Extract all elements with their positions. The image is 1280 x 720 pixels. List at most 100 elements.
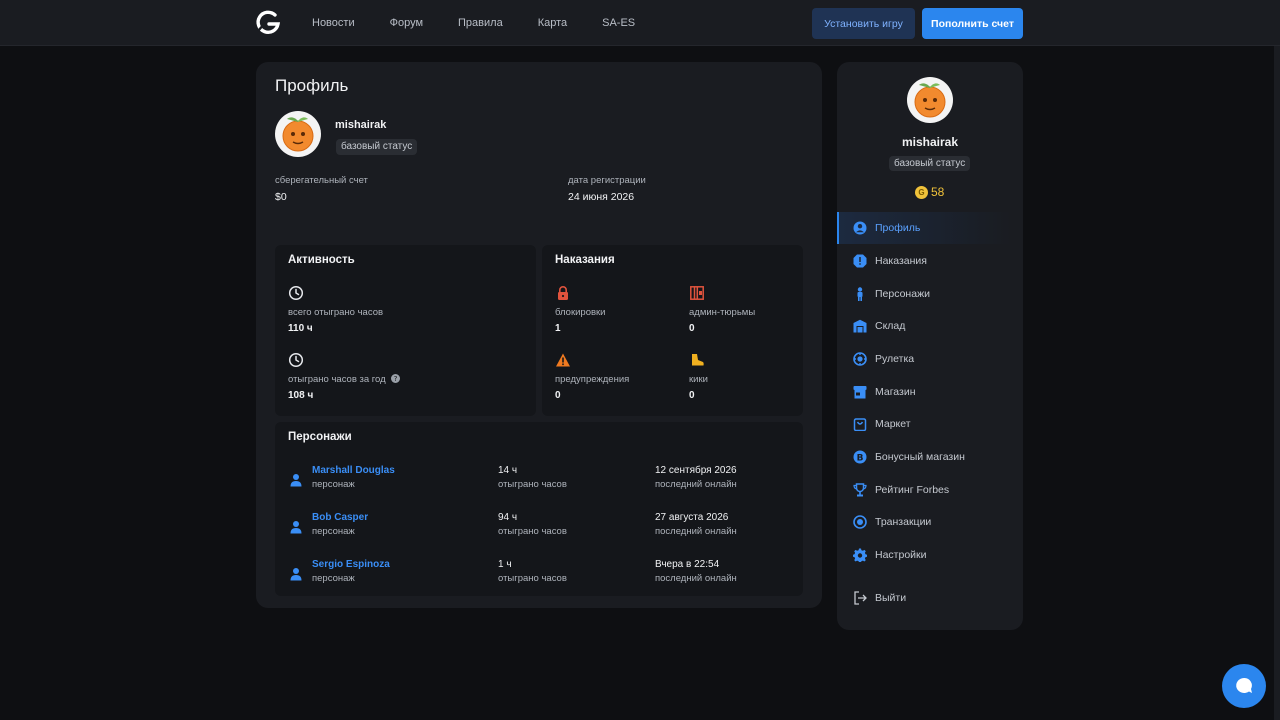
sidebar-item-label: Бонусный магазин [875, 451, 965, 463]
sidebar-item-label: Наказания [875, 255, 927, 267]
sidebar-item-market[interactable]: Маркет [837, 408, 1010, 440]
savings-value: $0 [275, 191, 287, 203]
table-row: Bob Casper персонаж 94 ч отыграно часов … [275, 510, 803, 546]
logout-button[interactable]: Выйти [837, 582, 1010, 614]
lock-icon [558, 286, 568, 300]
character-hours: 14 ч [498, 465, 518, 476]
top-navigation-bar: Новости Форум Правила Карта SA-ES Устано… [0, 0, 1280, 46]
kicks-value: 0 [689, 390, 695, 401]
year-hours-label-text: отыграно часов за год [288, 374, 386, 385]
admin-jails-value: 0 [689, 323, 695, 334]
help-icon[interactable]: ? [391, 374, 401, 383]
registration-label: дата регистрации [568, 175, 646, 186]
character-role: персонаж [312, 573, 355, 584]
year-hours-value: 108 ч [288, 390, 314, 401]
total-hours-value: 110 ч [288, 323, 313, 334]
sidebar-item-roulette[interactable]: Рулетка [837, 343, 1010, 375]
person-icon [857, 287, 863, 301]
activity-title: Активность [288, 254, 355, 266]
character-last-online-label: последний онлайн [655, 479, 737, 490]
character-hours-label: отыграно часов [498, 573, 567, 584]
bans-label: блокировки [555, 307, 606, 318]
activity-panel: Активность всего отыграно часов 110 ч от… [275, 245, 536, 416]
characters-panel: Персонажи Marshall Douglas персонаж 14 ч… [275, 422, 803, 596]
character-name-link[interactable]: Sergio Espinoza [312, 559, 390, 570]
sidebar-item-transactions[interactable]: Транзакции [837, 506, 1010, 538]
person-icon [290, 521, 302, 534]
boot-icon [692, 354, 704, 366]
sidebar-item-warehouse[interactable]: Склад [837, 310, 1010, 342]
jail-icon [690, 286, 704, 300]
user-circle-icon [853, 221, 867, 235]
character-hours-label: отыграно часов [498, 526, 567, 537]
bonus-coin-icon: B [853, 450, 867, 464]
logout-label: Выйти [875, 592, 907, 604]
trophy-icon [853, 483, 867, 497]
install-game-button[interactable]: Установить игру [812, 8, 915, 39]
nav-link-sa-es[interactable]: SA-ES [602, 17, 635, 29]
scrollbar-track[interactable] [1274, 46, 1280, 720]
top-up-button[interactable]: Пополнить счет [922, 8, 1023, 39]
alert-octagon-icon [853, 254, 867, 268]
nav-link-rules[interactable]: Правила [458, 17, 503, 29]
sidebar-status-badge: базовый статус [889, 156, 971, 171]
coin-amount: 58 [931, 185, 945, 199]
clock-year-icon [288, 352, 304, 368]
svg-text:B: B [857, 453, 864, 463]
chat-button[interactable] [1222, 664, 1266, 708]
bans-value: 1 [555, 323, 561, 334]
character-name-link[interactable]: Marshall Douglas [312, 465, 395, 476]
person-icon [290, 474, 302, 487]
warnings-value: 0 [555, 390, 561, 401]
nav-link-news[interactable]: Новости [312, 17, 355, 29]
character-role: персонаж [312, 526, 355, 537]
nav-link-map[interactable]: Карта [538, 17, 567, 29]
savings-label: сберегательный счет [275, 175, 368, 186]
svg-text:?: ? [394, 374, 398, 383]
table-row: Marshall Douglas персонаж 14 ч отыграно … [275, 463, 803, 499]
page-title: Профиль [275, 76, 349, 95]
registration-value: 24 июня 2026 [568, 191, 635, 203]
roulette-icon [853, 352, 867, 366]
avatar [275, 111, 321, 157]
character-last-online: 27 августа 2026 [655, 512, 729, 523]
sidebar-item-settings[interactable]: Настройки [837, 539, 1010, 571]
nav-link-forum[interactable]: Форум [390, 17, 423, 29]
warehouse-icon [853, 319, 867, 333]
character-last-online: 12 сентября 2026 [655, 465, 737, 476]
character-hours: 1 ч [498, 559, 512, 570]
profile-card: Профиль mishairak базовый статус сберега… [256, 62, 822, 608]
sidebar-item-forbes-rating[interactable]: Рейтинг Forbes [837, 474, 1010, 506]
year-hours-label: отыграно часов за год ? [288, 374, 401, 385]
sidebar-item-label: Персонажи [875, 288, 930, 300]
total-hours-label: всего отыграно часов [288, 307, 384, 318]
logo-icon[interactable] [254, 9, 282, 37]
username: mishairak [335, 119, 387, 131]
orange-avatar-icon [282, 117, 314, 152]
sidebar-item-bonus-store[interactable]: B Бонусный магазин [837, 441, 1010, 473]
sidebar-item-label: Рулетка [875, 353, 915, 365]
sidebar-avatar [907, 77, 953, 123]
orange-avatar-icon [914, 83, 946, 118]
sidebar-item-profile[interactable]: Профиль [837, 212, 1010, 244]
character-last-online: Вчера в 22:54 [655, 559, 720, 570]
character-name-link[interactable]: Bob Casper [312, 512, 368, 523]
sidebar-item-label: Склад [875, 320, 906, 332]
warnings-label: предупреждения [555, 374, 630, 385]
sidebar-item-punishments[interactable]: Наказания [837, 245, 1010, 277]
sidebar-item-store[interactable]: Магазин [837, 376, 1010, 408]
sidebar-item-characters[interactable]: Персонажи [837, 278, 1010, 310]
coin-balance: G 58 [915, 185, 944, 199]
main-nav: Новости Форум Правила Карта SA-ES [312, 0, 670, 46]
character-hours-label: отыграно часов [498, 479, 567, 490]
chat-bubble-icon [1236, 677, 1252, 693]
coin-icon: G [915, 185, 928, 199]
admin-jails-label: админ-тюрьмы [689, 307, 756, 318]
account-sidebar: mishairak базовый статус G 58 Профиль На… [837, 62, 1023, 630]
shopping-bag-icon [853, 418, 867, 431]
person-icon [290, 568, 302, 581]
character-last-online-label: последний онлайн [655, 573, 737, 584]
gear-icon [853, 548, 867, 562]
sidebar-username: mishairak [901, 135, 959, 149]
store-icon [853, 386, 867, 399]
